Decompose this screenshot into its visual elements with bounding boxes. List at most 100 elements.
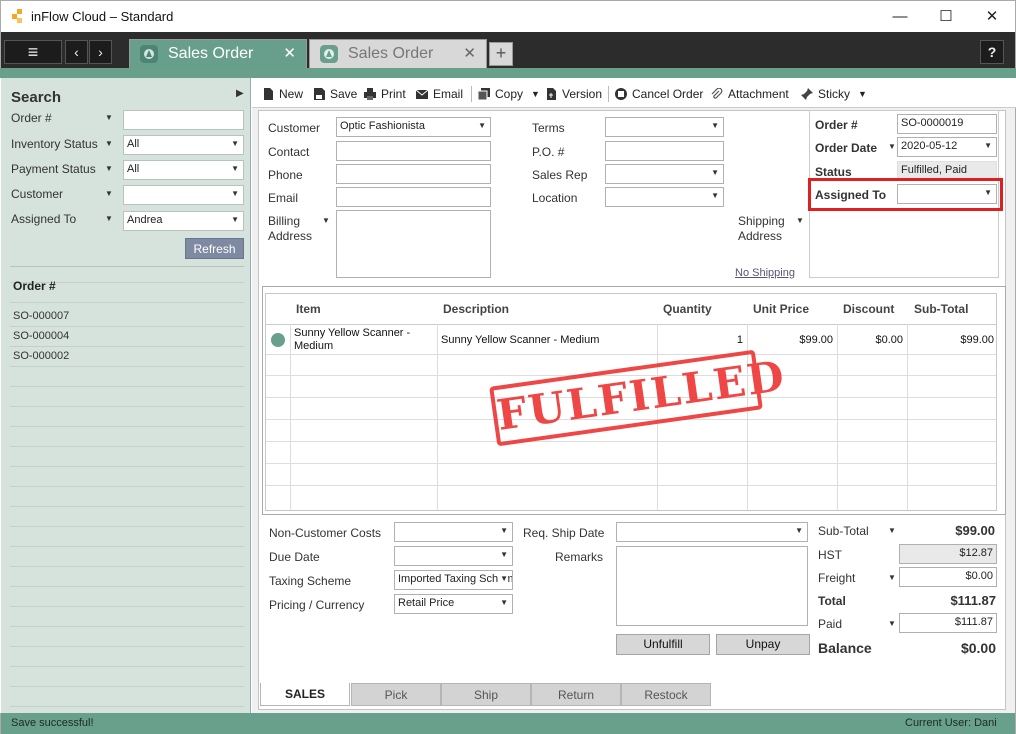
subtotal-dropdown-icon[interactable]: ▼ [888,526,896,535]
column-header-item[interactable]: Item [296,302,321,316]
payment-status-select[interactable]: All ▼ [123,160,244,180]
order-number-search-input[interactable] [123,110,244,130]
remarks-field[interactable] [616,546,808,626]
toolbar-divider [471,86,472,102]
title-bar: inFlow Cloud – Standard — ☐ ✕ [0,0,1016,32]
balance-value: $0.00 [960,640,996,656]
column-header-unit-price[interactable]: Unit Price [753,302,809,316]
tab-sales-order[interactable]: Sales Order ✕ [309,39,487,68]
phone-field[interactable] [336,164,491,184]
paid-field[interactable]: $111.87 [899,613,997,633]
tab-sales-order-active[interactable]: Sales Order ✕ [129,39,307,68]
terms-select[interactable]: ▼ [605,117,724,137]
version-button[interactable]: Version [545,87,602,101]
order-date-field[interactable]: 2020-05-12 ▼ [897,137,997,157]
taxing-scheme-label: Taxing Scheme [269,574,352,588]
tab-return[interactable]: Return [531,683,621,706]
shipping-address-label-line2: Address [738,229,783,243]
close-window-button[interactable]: ✕ [969,1,1015,33]
billing-address-field[interactable] [336,210,491,278]
freight-field[interactable]: $0.00 [899,567,997,587]
customer-select[interactable]: Optic Fashionista ▼ [336,117,491,137]
attachment-button[interactable]: Attachment [711,87,789,101]
email-button[interactable]: Email [416,87,463,101]
close-tab-icon[interactable]: ✕ [463,44,476,62]
customer-filter-select[interactable]: ▼ [123,185,244,205]
freight-dropdown-icon[interactable]: ▼ [888,573,896,582]
column-header-discount[interactable]: Discount [843,302,894,316]
forward-button[interactable]: › [89,40,112,64]
copy-button[interactable]: Copy [478,87,523,101]
tab-restock[interactable]: Restock [621,683,711,706]
email-field[interactable] [336,187,491,207]
po-number-field[interactable] [605,141,724,161]
new-button[interactable]: New [262,87,303,101]
refresh-button[interactable]: Refresh [185,238,244,259]
req-ship-date-field[interactable]: ▼ [616,522,808,542]
shipping-dropdown-icon[interactable]: ▼ [796,216,804,225]
assigned-to-filter-select[interactable]: Andrea ▼ [123,211,244,231]
sales-order-icon [140,45,158,63]
no-shipping-link[interactable]: No Shipping [735,267,795,279]
save-button[interactable]: Save [313,87,357,101]
item-name-line1: Sunny Yellow Scanner - [294,327,411,339]
filter-option-dropdown-icon[interactable]: ▼ [105,164,113,173]
location-select[interactable]: ▼ [605,187,724,207]
order-date-label: Order Date [815,141,878,155]
grid-line [266,324,996,325]
version-icon [547,88,556,100]
filter-option-dropdown-icon[interactable]: ▼ [105,189,113,198]
filter-option-dropdown-icon[interactable]: ▼ [105,139,113,148]
toolbar-divider [608,86,609,102]
collapse-panel-icon[interactable]: ▶ [236,88,244,99]
filter-label-assigned-to: Assigned To [11,212,77,226]
chevron-down-icon: ▼ [711,191,719,200]
remarks-label: Remarks [555,550,604,564]
column-header-description[interactable]: Description [443,302,509,316]
terms-label: Terms [532,121,565,135]
help-button[interactable]: ? [980,40,1004,64]
order-date-option-icon[interactable]: ▼ [888,142,896,151]
copy-dropdown-icon[interactable]: ▼ [531,89,540,99]
tab-sales[interactable]: SALES [260,683,350,706]
filter-option-dropdown-icon[interactable]: ▼ [105,113,113,122]
billing-address-label: Billing [268,214,301,228]
column-header-subtotal[interactable]: Sub-Total [914,302,968,316]
taxing-scheme-select[interactable]: Imported Taxing Scheme ▼ [394,570,513,590]
tab-pick[interactable]: Pick [351,683,441,706]
maximize-button[interactable]: ☐ [923,1,969,33]
filter-option-dropdown-icon[interactable]: ▼ [105,214,113,223]
cancel-order-button[interactable]: Cancel Order [615,87,703,101]
paid-dropdown-icon[interactable]: ▼ [888,619,896,628]
close-tab-icon[interactable]: ✕ [283,44,296,62]
pricing-currency-select[interactable]: Retail Price ▼ [394,594,513,614]
list-item[interactable]: SO-000002 [13,350,69,362]
unpay-button[interactable]: Unpay [716,634,810,655]
grid-line [266,485,996,486]
main-menu-button[interactable]: ≡ [4,40,62,64]
order-number-field[interactable]: SO-0000019 [897,114,997,134]
back-button[interactable]: ‹ [65,40,88,64]
back-arrow-icon: ‹ [74,44,79,60]
non-customer-costs-select[interactable]: ▼ [394,522,513,542]
sticky-button[interactable]: Sticky [801,87,850,101]
cancel-icon [615,88,627,100]
subtotal-value: $99.00 [955,523,995,538]
contact-field[interactable] [336,141,491,161]
subtotal-label: Sub-Total [818,524,869,538]
list-item[interactable]: SO-000007 [13,310,69,322]
add-tab-button[interactable]: + [489,42,513,66]
tab-ship[interactable]: Ship [441,683,531,706]
minimize-button[interactable]: — [877,1,923,33]
print-button[interactable]: Print [364,87,406,101]
sales-rep-select[interactable]: ▼ [605,164,724,184]
due-date-field[interactable]: ▼ [394,546,513,566]
contact-label: Contact [268,145,310,159]
email-label: Email [268,191,299,205]
sticky-dropdown-icon[interactable]: ▼ [858,89,867,99]
unfulfill-button[interactable]: Unfulfill [616,634,710,655]
billing-dropdown-icon[interactable]: ▼ [322,216,330,225]
inventory-status-select[interactable]: All ▼ [123,135,244,155]
column-header-quantity[interactable]: Quantity [663,302,712,316]
list-item[interactable]: SO-000004 [13,330,69,342]
